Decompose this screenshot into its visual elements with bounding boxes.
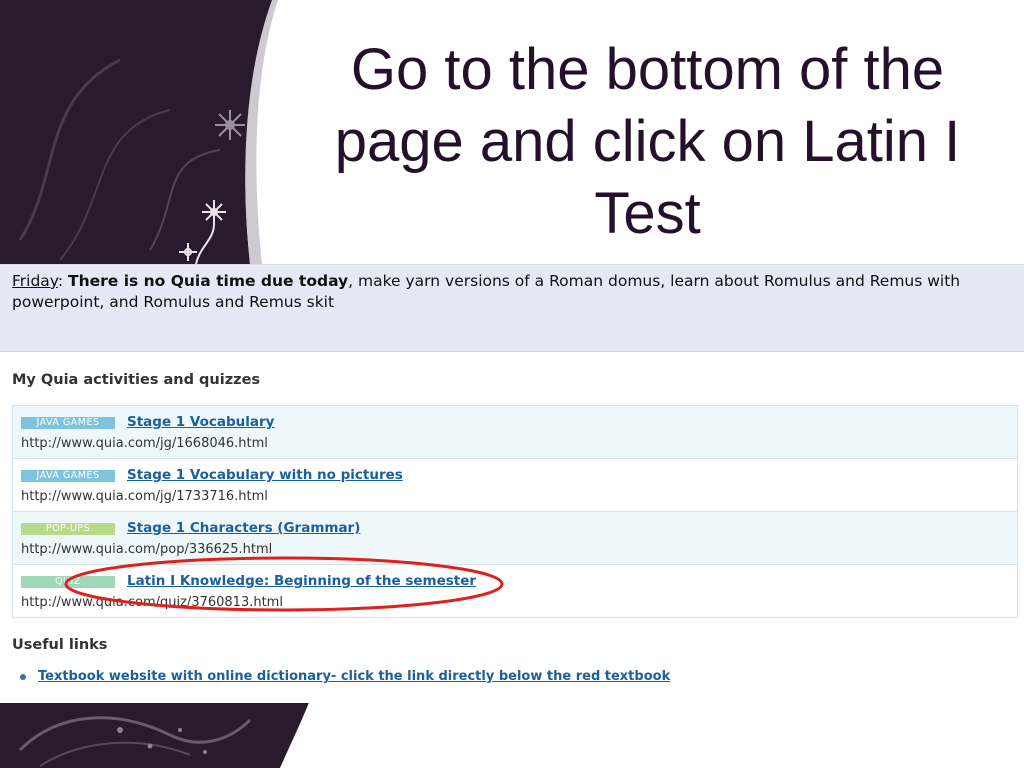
slide-title: Go to the bottom of the page and click o… [290,34,1005,250]
bullet-icon [20,674,26,680]
activity-row-latin-quiz: QUIZ Latin I Knowledge: Beginning of the… [13,565,1017,617]
activity-type-badge: JAVA GAMES [21,417,115,429]
activity-type-badge: JAVA GAMES [21,470,115,482]
activity-link[interactable]: Stage 1 Vocabulary with no pictures [127,467,403,483]
textbook-website-link[interactable]: Textbook website with online dictionary-… [38,669,670,684]
announcement-colon: : [57,272,64,290]
activities-heading: My Quia activities and quizzes [12,372,261,388]
activity-row: JAVA GAMES Stage 1 Vocabulary with no pi… [13,459,1017,512]
activity-type-badge: QUIZ [21,576,115,588]
slide-title-line-2: page and click on Latin I [334,109,961,174]
activity-link[interactable]: Stage 1 Vocabulary [127,414,274,430]
activities-list: JAVA GAMES Stage 1 Vocabulary http://www… [12,405,1018,618]
decorative-bottom-swirl [0,700,310,768]
activity-row: POP-UPS Stage 1 Characters (Grammar) htt… [13,512,1017,565]
activity-row: JAVA GAMES Stage 1 Vocabulary http://www… [13,406,1017,459]
activity-type-badge: POP-UPS [21,523,115,535]
activity-url: http://www.quia.com/jg/1733716.html [21,489,268,504]
latin-quiz-link[interactable]: Latin I Knowledge: Beginning of the seme… [127,573,476,589]
slide-title-line-1: Go to the bottom of the [350,37,945,102]
activity-link[interactable]: Stage 1 Characters (Grammar) [127,520,360,536]
activity-url: http://www.quia.com/quiz/3760813.html [21,595,283,610]
quia-page-panel: Friday: There is no Quia time due today,… [0,264,1024,703]
flower-icon [215,110,245,140]
slide-title-line-3: Test [594,181,701,246]
announcement-banner: Friday: There is no Quia time due today,… [0,265,1024,352]
activity-url: http://www.quia.com/pop/336625.html [21,542,273,557]
activity-url: http://www.quia.com/jg/1668046.html [21,436,268,451]
useful-link-item: Textbook website with online dictionary-… [18,669,670,684]
useful-links-heading: Useful links [12,637,108,653]
useful-links-list: Textbook website with online dictionary-… [18,669,670,684]
announcement-bold: There is no Quia time due today [68,272,349,290]
announcement-day: Friday [12,272,58,290]
announcement-text: Friday: There is no Quia time due today,… [12,271,1002,313]
